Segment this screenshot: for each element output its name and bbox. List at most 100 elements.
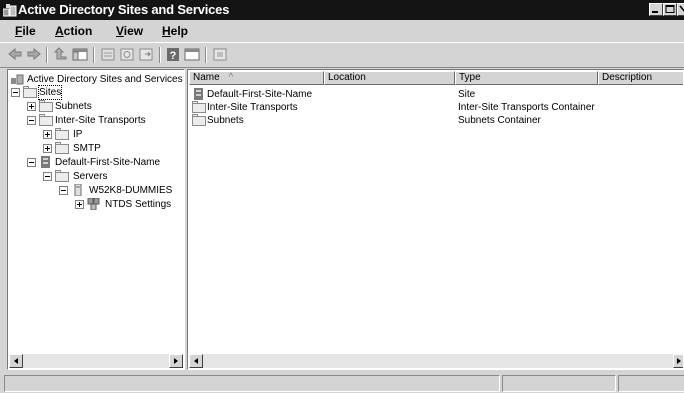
- tree-label-subnets: Subnets: [55, 101, 92, 112]
- scroll-left-button[interactable]: [189, 354, 203, 368]
- column-header-name[interactable]: Name ^: [189, 71, 324, 85]
- menu-help-accel: H: [162, 24, 171, 38]
- tree-label-server: W52K8-DUMMIES: [89, 185, 173, 196]
- collapse-icon[interactable]: [27, 116, 36, 125]
- cell-name: Subnets: [207, 115, 244, 126]
- column-header-description[interactable]: Description: [598, 71, 683, 85]
- list-row-default-site[interactable]: Default-First-Site-Name Site: [190, 88, 680, 101]
- minimize-button[interactable]: [649, 3, 663, 16]
- expand-icon[interactable]: [43, 144, 52, 153]
- list-row-inter-site-transports[interactable]: Inter-Site Transports Inter-Site Transpo…: [190, 101, 680, 114]
- back-icon[interactable]: [6, 46, 24, 63]
- status-bar: [0, 372, 684, 393]
- properties-icon[interactable]: [99, 46, 117, 63]
- site-icon: [41, 156, 50, 168]
- title-bar[interactable]: Active Directory Sites and Services: [0, 0, 684, 20]
- tree-label-ip: IP: [73, 129, 83, 140]
- menu-view-label: iew: [123, 24, 144, 38]
- scroll-right-button[interactable]: [169, 354, 183, 368]
- toolbar: ?: [0, 42, 684, 68]
- folder-icon: [192, 101, 206, 113]
- tree-label-default-site: Default-First-Site-Name: [55, 157, 161, 168]
- site-icon: [194, 88, 203, 100]
- menu-view-accel: V: [116, 24, 124, 38]
- maximize-icon: [665, 5, 675, 13]
- folder-icon: [39, 100, 53, 112]
- export-list-icon[interactable]: [137, 46, 155, 63]
- close-button[interactable]: [677, 3, 684, 16]
- tree-label-servers: Servers: [73, 171, 108, 182]
- collapse-icon[interactable]: [11, 88, 20, 97]
- collapse-icon[interactable]: [43, 172, 52, 181]
- tree-label-ntds-settings: NTDS Settings: [105, 199, 172, 210]
- cell-name: Inter-Site Transports: [207, 102, 298, 113]
- menu-help-label: elp: [170, 24, 189, 38]
- ntds-settings-icon: [87, 198, 100, 210]
- column-header-location[interactable]: Location: [324, 71, 455, 85]
- arrow-right-icon: [677, 358, 681, 364]
- folder-icon: [55, 170, 69, 182]
- arrow-left-icon: [194, 358, 198, 364]
- up-level-icon[interactable]: [52, 46, 70, 63]
- server-icon: [74, 184, 82, 196]
- maximize-button[interactable]: [663, 3, 677, 16]
- sites-services-icon: [11, 74, 24, 85]
- scroll-right-button[interactable]: [673, 354, 683, 368]
- list-row-subnets[interactable]: Subnets Subnets Container: [190, 114, 680, 127]
- new-site-icon[interactable]: [211, 46, 229, 63]
- forward-icon[interactable]: [25, 46, 43, 63]
- close-icon: [679, 5, 684, 12]
- status-panel-secondary: [502, 375, 616, 392]
- column-header-type[interactable]: Type: [455, 71, 598, 85]
- menu-help[interactable]: Help: [162, 24, 188, 38]
- minimize-icon: [652, 11, 658, 13]
- tree-label-root: Active Directory Sites and Services: [27, 74, 183, 85]
- toolbar-separator: [46, 47, 48, 63]
- sort-ascending-icon: ^: [228, 72, 234, 83]
- refresh-icon[interactable]: [118, 46, 136, 63]
- toolbar-separator: [205, 47, 207, 63]
- window-title: Active Directory Sites and Services: [18, 2, 230, 17]
- sites-services-app-icon: [3, 4, 17, 17]
- menu-file[interactable]: File: [15, 24, 36, 38]
- console-tree-pane[interactable]: Active Directory Sites and Services Site…: [7, 69, 185, 370]
- expand-icon[interactable]: [27, 102, 36, 111]
- cell-type: Subnets Container: [458, 115, 541, 126]
- menu-action-accel: A: [55, 24, 64, 38]
- menu-bar: File Action View Help: [0, 21, 684, 41]
- expand-icon[interactable]: [43, 130, 52, 139]
- cell-type: Site: [458, 89, 476, 100]
- tree-label-smtp: SMTP: [73, 143, 101, 154]
- help-icon[interactable]: ?: [164, 46, 182, 63]
- arrow-left-icon: [14, 358, 18, 364]
- folder-icon: [23, 86, 37, 98]
- tree-label-sites: Sites: [37, 85, 63, 100]
- menu-view[interactable]: View: [116, 24, 143, 38]
- show-hide-tree-icon[interactable]: [71, 46, 89, 63]
- folder-icon: [192, 114, 206, 126]
- menu-action-label: ction: [63, 24, 93, 38]
- arrow-right-icon: [174, 358, 178, 364]
- console-tree-icon[interactable]: [183, 46, 201, 63]
- cell-name: Default-First-Site-Name: [207, 89, 313, 100]
- collapse-icon[interactable]: [59, 186, 68, 195]
- folder-icon: [55, 128, 69, 140]
- expand-icon[interactable]: [75, 200, 84, 209]
- menu-action[interactable]: Action: [55, 24, 92, 38]
- toolbar-separator: [159, 47, 161, 63]
- details-list-pane[interactable]: Name ^ Location Type Description Default…: [187, 69, 684, 370]
- svg-text:?: ?: [170, 50, 177, 62]
- menu-file-label: ile: [22, 24, 36, 38]
- status-panel-tertiary: [618, 375, 684, 392]
- toolbar-separator: [93, 47, 95, 63]
- collapse-icon[interactable]: [27, 158, 36, 167]
- list-horizontal-scrollbar[interactable]: [189, 354, 683, 368]
- tree-horizontal-scrollbar[interactable]: [9, 354, 183, 368]
- app-window: Active Directory Sites and Services File…: [0, 0, 684, 393]
- cell-type: Inter-Site Transports Container: [458, 102, 595, 113]
- tree-label-inter-site-transports: Inter-Site Transports: [55, 115, 146, 126]
- status-panel-main: [4, 375, 500, 392]
- folder-icon: [55, 142, 69, 154]
- scroll-left-button[interactable]: [9, 354, 23, 368]
- folder-icon: [39, 114, 53, 126]
